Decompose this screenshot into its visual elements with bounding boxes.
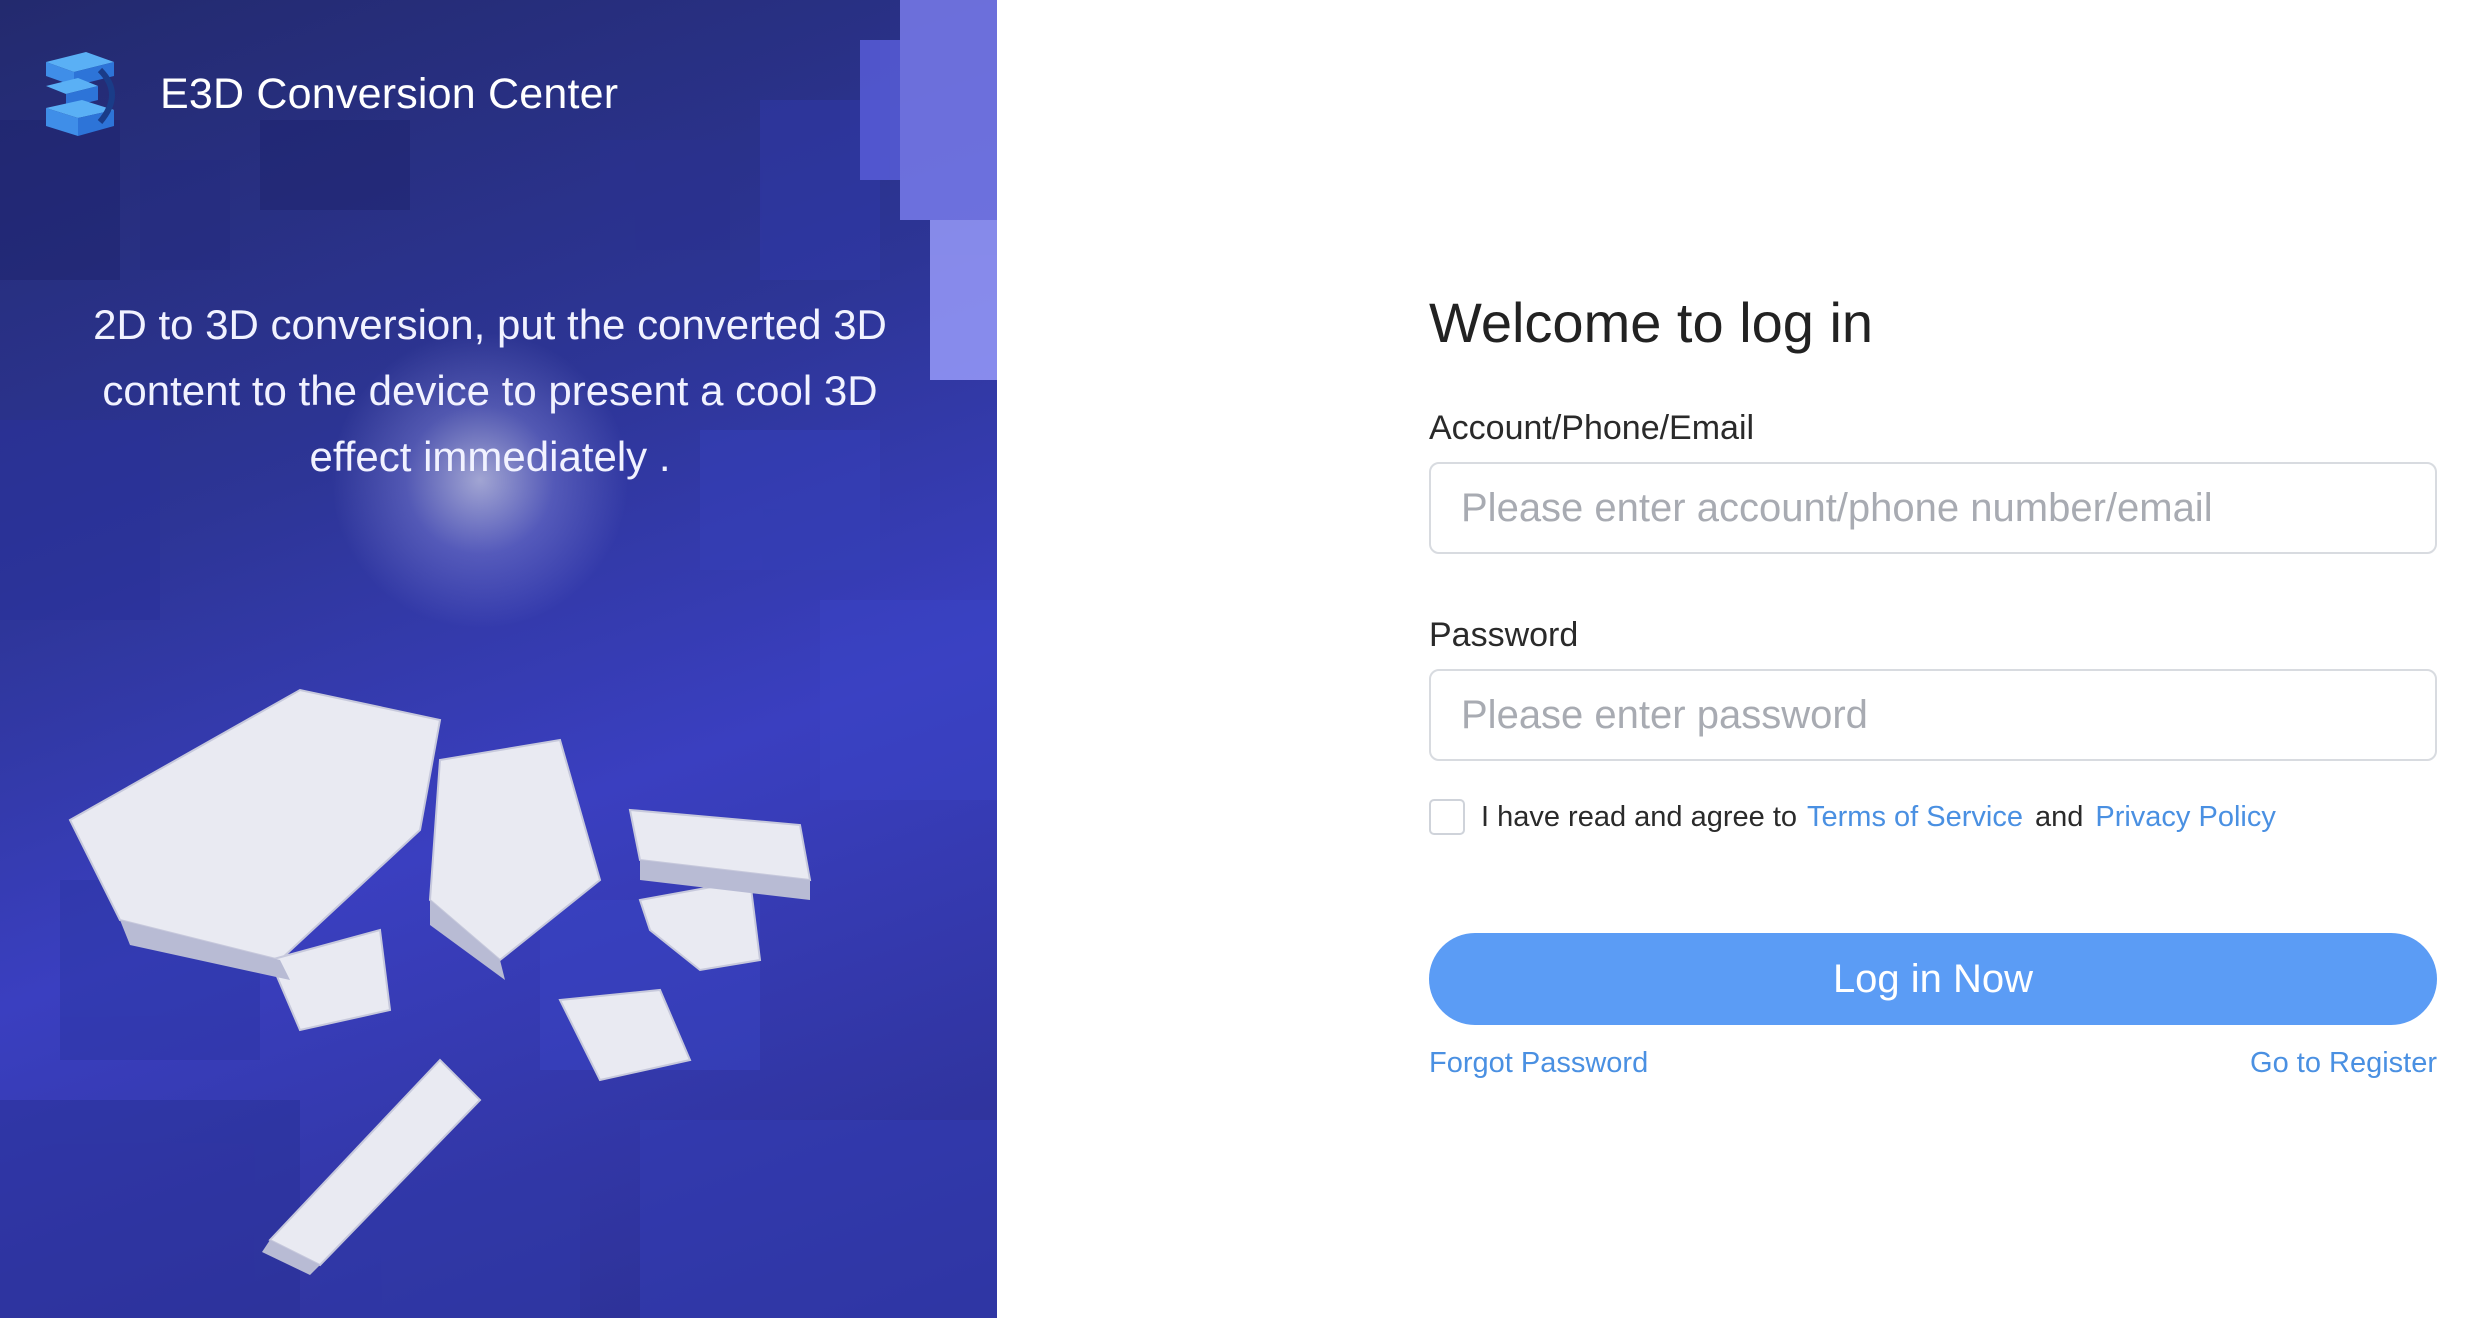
page-title: Welcome to log in bbox=[1429, 291, 1874, 354]
password-label: Password bbox=[1429, 616, 1579, 654]
login-form: Welcome to log in Account/Phone/Email Pa… bbox=[1429, 290, 2437, 1080]
password-field-group: Password bbox=[1429, 616, 2437, 761]
register-link[interactable]: Go to Register bbox=[2250, 1047, 2437, 1080]
forgot-password-link[interactable]: Forgot Password bbox=[1429, 1047, 1648, 1080]
brand-name: E3D Conversion Center bbox=[160, 69, 619, 118]
agree-prefix-text: I have read and agree to bbox=[1481, 800, 1798, 833]
account-input[interactable] bbox=[1429, 462, 2437, 554]
brand-header: E3D Conversion Center bbox=[38, 48, 618, 140]
account-field-group: Account/Phone/Email bbox=[1429, 409, 2437, 554]
terms-of-service-link[interactable]: Terms of Service bbox=[1807, 801, 2023, 834]
account-label: Account/Phone/Email bbox=[1429, 409, 1755, 447]
hero-panel: E3D Conversion Center 2D to 3D conversio… bbox=[0, 0, 997, 1318]
agree-conjunction: and bbox=[2034, 800, 2084, 833]
hero-voxel-illustration bbox=[0, 0, 997, 1318]
login-button[interactable]: Log in Now bbox=[1429, 933, 2437, 1025]
agree-checkbox[interactable] bbox=[1429, 799, 1465, 835]
password-input[interactable] bbox=[1429, 669, 2437, 761]
privacy-policy-link[interactable]: Privacy Policy bbox=[2095, 801, 2276, 834]
hero-tagline: 2D to 3D conversion, put the converted 3… bbox=[93, 301, 887, 480]
login-page: E3D Conversion Center 2D to 3D conversio… bbox=[0, 0, 2476, 1318]
agreement-row: I have read and agree to Terms of Servic… bbox=[1429, 799, 2437, 835]
e3d-logo-icon bbox=[46, 52, 115, 136]
login-panel: Welcome to log in Account/Phone/Email Pa… bbox=[997, 0, 2476, 1318]
auth-links: Forgot Password Go to Register bbox=[1429, 1047, 2437, 1080]
